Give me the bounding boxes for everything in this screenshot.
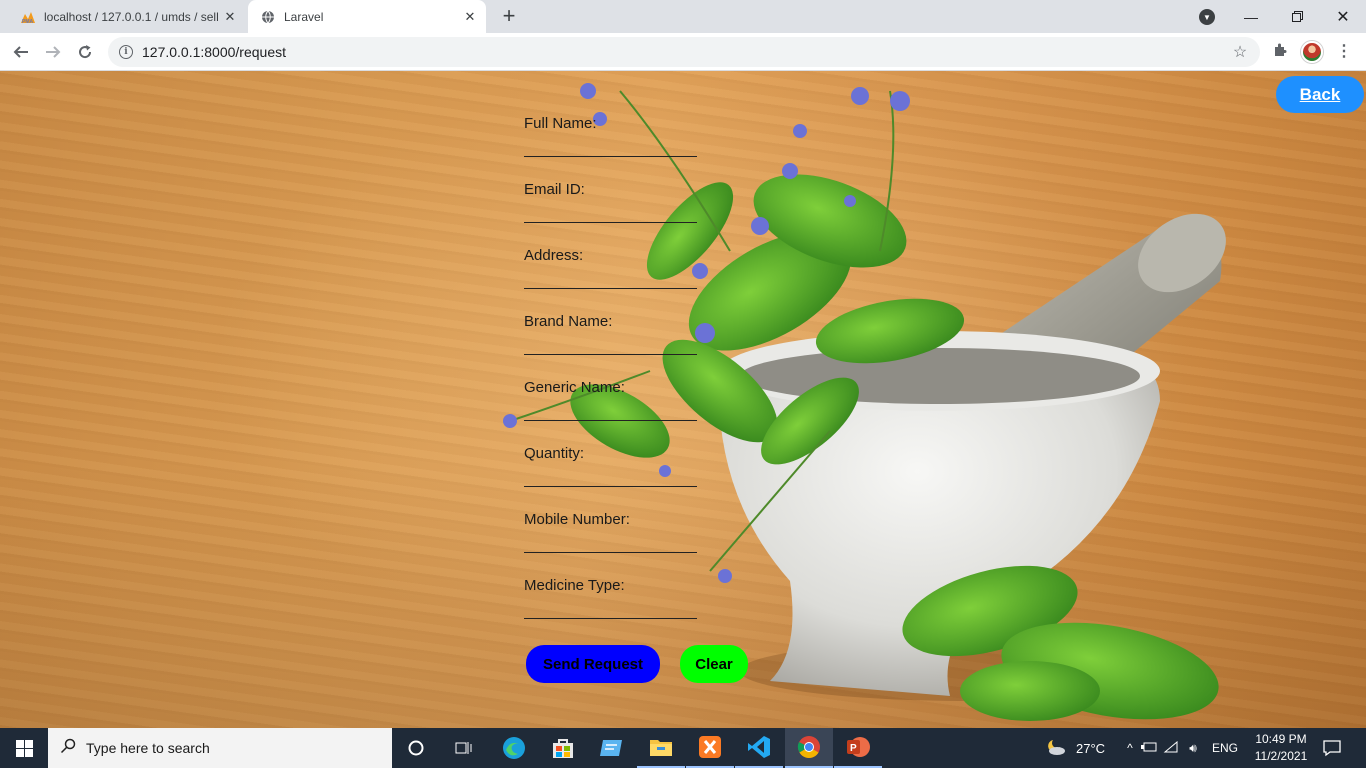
tab-title: localhost / 127.0.0.1 / umds / sell (44, 9, 219, 24)
brand-name-field: Brand Name: (524, 313, 697, 379)
temperature-text: 27°C (1076, 740, 1106, 756)
field-label: Quantity: (524, 445, 585, 462)
browser-toolbar: i 127.0.0.1:8000/request ☆ ⋮ (0, 33, 1366, 71)
store-icon[interactable] (539, 728, 587, 768)
url-text[interactable]: 127.0.0.1:8000/request (142, 44, 1226, 60)
edge-icon[interactable] (490, 728, 538, 768)
phpmyadmin-icon: PMA (20, 9, 36, 25)
close-icon[interactable]: ✕ (460, 9, 480, 25)
extensions-puzzle-icon[interactable] (1270, 42, 1290, 62)
clock[interactable]: 10:49 PM 11/2/2021 (1248, 731, 1314, 765)
address-field: Address: (524, 247, 697, 313)
send-request-button[interactable]: Send Request (526, 645, 660, 683)
full-name-field: Full Name: (524, 115, 697, 181)
email-field: Email ID: (524, 181, 697, 247)
minimize-button[interactable]: — (1228, 0, 1274, 33)
new-tab-button[interactable]: + (497, 5, 521, 29)
back-arrow-icon[interactable] (8, 39, 34, 65)
field-label: Mobile Number: (524, 511, 630, 528)
chevron-up-icon[interactable]: ^ (1122, 741, 1138, 755)
medicine-type-input[interactable] (524, 597, 697, 619)
forward-arrow-icon[interactable] (40, 39, 66, 65)
xampp-icon[interactable] (686, 728, 734, 768)
more-menu-icon[interactable]: ⋮ (1334, 41, 1354, 63)
mobile-number-input[interactable] (524, 531, 697, 553)
svg-text:P: P (850, 743, 857, 754)
tab-phpmyadmin[interactable]: PMA localhost / 127.0.0.1 / umds / sell … (8, 0, 246, 33)
windows-start-icon[interactable] (0, 728, 48, 768)
tab-laravel[interactable]: Laravel ✕ (248, 0, 486, 33)
tab-search-icon[interactable]: ▼ (1199, 9, 1215, 25)
page-content: Back Full Name: Email ID: Address: Brand… (0, 71, 1366, 728)
taskbar-search[interactable]: Type here to search (48, 728, 392, 768)
svg-text:PMA: PMA (22, 19, 34, 24)
address-bar[interactable]: i 127.0.0.1:8000/request ☆ (108, 37, 1260, 67)
clear-button[interactable]: Clear (680, 645, 748, 683)
field-label: Email ID: (524, 181, 585, 198)
search-icon (60, 738, 76, 759)
battery-icon[interactable] (1138, 741, 1160, 755)
close-icon[interactable]: ✕ (220, 9, 240, 25)
tab-title: Laravel (284, 9, 324, 24)
file-explorer-icon[interactable] (637, 728, 685, 768)
windows-taskbar: Type here to search P 27°C ^ 🔊︎ ENG 10:4… (0, 728, 1366, 768)
field-label: Generic Name: (524, 379, 625, 396)
notification-icon[interactable] (1322, 738, 1342, 758)
tab-strip: PMA localhost / 127.0.0.1 / umds / sell … (0, 0, 1366, 33)
field-label: Address: (524, 247, 584, 264)
powerpoint-icon[interactable]: P (834, 728, 882, 768)
bookmark-star-icon[interactable]: ☆ (1226, 42, 1254, 62)
mobile-number-field: Mobile Number: (524, 511, 697, 577)
chrome-icon[interactable] (785, 728, 833, 768)
restore-button[interactable] (1274, 0, 1320, 33)
brand-name-input[interactable] (524, 333, 697, 355)
email-input[interactable] (524, 201, 697, 223)
reload-icon[interactable] (72, 39, 98, 65)
weather-widget[interactable]: 27°C (1044, 728, 1105, 768)
vscode-icon[interactable] (735, 728, 783, 768)
moon-cloud-icon (1044, 738, 1066, 759)
globe-icon (260, 9, 276, 25)
back-button[interactable]: Back (1276, 76, 1364, 113)
remote-desktop-icon[interactable] (588, 728, 636, 768)
generic-name-field: Generic Name: (524, 379, 697, 445)
volume-icon[interactable]: 🔊︎ (1182, 741, 1204, 756)
cortana-icon[interactable] (392, 728, 440, 768)
quantity-field: Quantity: (524, 445, 697, 511)
language-indicator[interactable]: ENG (1212, 741, 1238, 755)
full-name-input[interactable] (524, 135, 697, 157)
field-label: Brand Name: (524, 313, 613, 330)
field-label: Full Name: (524, 115, 597, 132)
time-text: 10:49 PM (1255, 732, 1307, 746)
field-label: Medicine Type: (524, 577, 625, 594)
search-placeholder: Type here to search (86, 740, 210, 756)
wifi-icon[interactable] (1160, 740, 1182, 756)
tray-icons: ^ 🔊︎ ENG (1122, 728, 1238, 768)
task-view-icon[interactable] (440, 728, 488, 768)
profile-avatar[interactable] (1301, 41, 1323, 63)
medicine-type-field: Medicine Type: (524, 577, 697, 643)
info-icon[interactable]: i (119, 45, 133, 59)
quantity-input[interactable] (524, 465, 697, 487)
close-window-button[interactable]: ✕ (1320, 0, 1366, 33)
date-text: 11/2/2021 (1254, 749, 1308, 763)
generic-name-input[interactable] (524, 399, 697, 421)
address-input[interactable] (524, 267, 697, 289)
